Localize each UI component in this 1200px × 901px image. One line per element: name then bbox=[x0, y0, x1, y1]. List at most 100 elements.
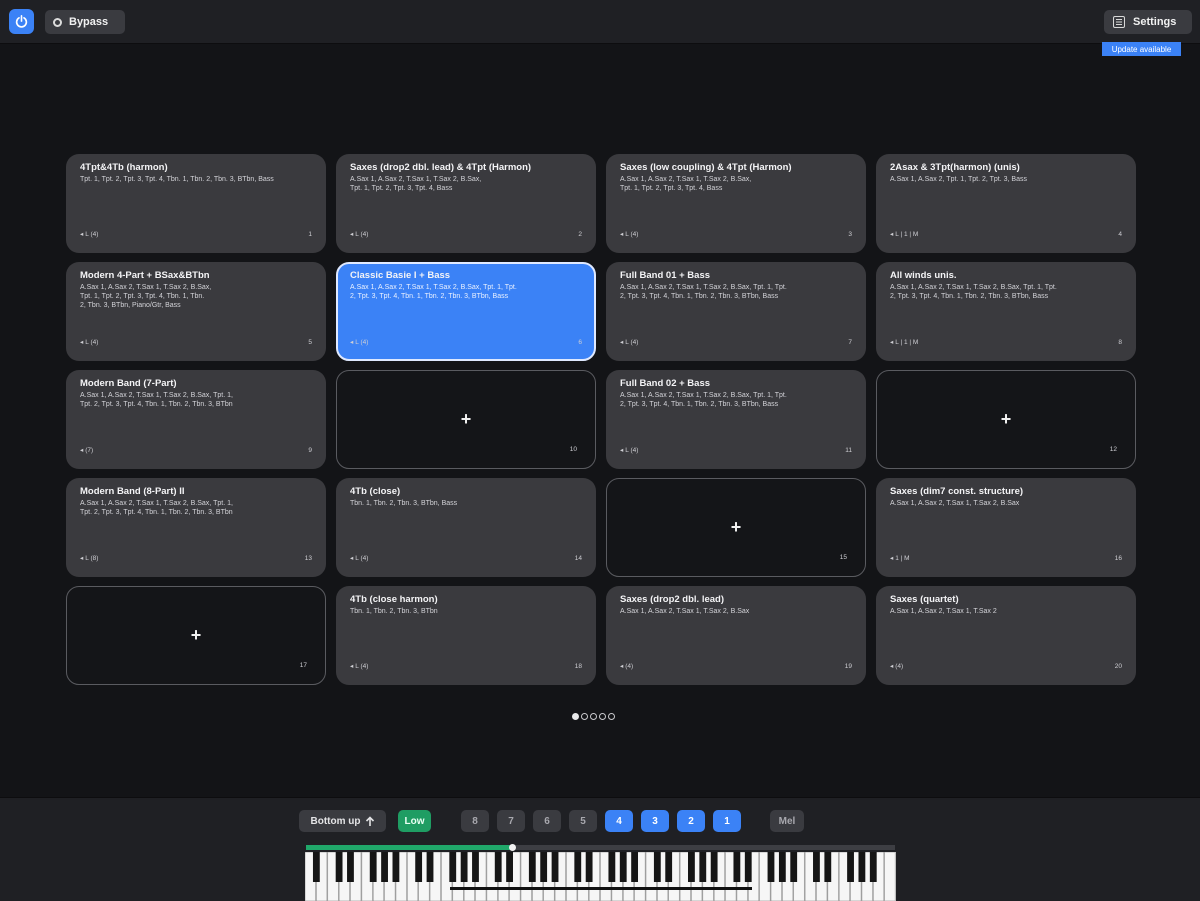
black-key[interactable] bbox=[665, 852, 673, 882]
page-dot[interactable] bbox=[572, 713, 579, 720]
black-key[interactable] bbox=[335, 852, 343, 882]
black-key[interactable] bbox=[449, 852, 457, 882]
preset-meta: ◂ (7) bbox=[80, 446, 93, 455]
melody-button[interactable]: Mel bbox=[770, 810, 804, 832]
piano-keys[interactable] bbox=[305, 852, 896, 901]
voice-button-6[interactable]: 6 bbox=[533, 810, 561, 832]
black-key[interactable] bbox=[858, 852, 866, 882]
black-key[interactable] bbox=[688, 852, 695, 882]
preset-card[interactable]: 4Tpt&4Tb (harmon) Tpt. 1, Tpt. 2, Tpt. 3,… bbox=[66, 154, 326, 253]
preset-card[interactable]: All winds unis. A.Sax 1, A.Sax 2, T.Sax 1… bbox=[876, 262, 1136, 361]
black-key[interactable] bbox=[790, 852, 798, 882]
black-key[interactable] bbox=[506, 852, 513, 882]
preset-title: Full Band 02 + Bass bbox=[620, 378, 711, 389]
settings-button[interactable]: Settings bbox=[1104, 10, 1192, 34]
black-key[interactable] bbox=[767, 852, 775, 882]
voice-button-7[interactable]: 7 bbox=[497, 810, 525, 832]
add-preset-icon: + bbox=[1000, 409, 1012, 429]
preset-card[interactable]: 2Asax & 3Tpt(harmon) (unis) A.Sax 1, A.Sa… bbox=[876, 154, 1136, 253]
white-key[interactable] bbox=[884, 852, 896, 901]
black-key[interactable] bbox=[619, 852, 627, 882]
preset-card[interactable]: 4Tb (close) Tbn. 1, Tbn. 2, Tbn. 3, BTbn,… bbox=[336, 478, 596, 577]
black-key[interactable] bbox=[494, 852, 502, 882]
black-key[interactable] bbox=[369, 852, 377, 882]
voice-button-8[interactable]: 8 bbox=[461, 810, 489, 832]
preset-card[interactable]: Modern 4-Part + BSax&BTbn A.Sax 1, A.Sax … bbox=[66, 262, 326, 361]
preset-title: 2Asax & 3Tpt(harmon) (unis) bbox=[890, 162, 1020, 173]
black-key[interactable] bbox=[551, 852, 559, 882]
black-key[interactable] bbox=[710, 852, 718, 882]
black-key[interactable] bbox=[869, 852, 877, 882]
preset-meta-text: L (4) bbox=[85, 230, 99, 238]
black-key[interactable] bbox=[824, 852, 832, 882]
preset-card[interactable]: Saxes (drop2 dbl. lead) A.Sax 1, A.Sax 2,… bbox=[606, 586, 866, 685]
power-button[interactable] bbox=[9, 9, 34, 34]
black-key[interactable] bbox=[540, 852, 548, 882]
preset-title: Modern Band (8-Part) II bbox=[80, 486, 185, 497]
preset-card[interactable]: 4Tb (close harmon) Tbn. 1, Tbn. 2, Tbn. 3… bbox=[336, 586, 596, 685]
preset-number: 15 bbox=[839, 554, 847, 561]
black-key[interactable] bbox=[778, 852, 786, 882]
black-key[interactable] bbox=[733, 852, 741, 882]
black-key[interactable] bbox=[426, 852, 434, 882]
preset-number: 9 bbox=[308, 447, 312, 454]
black-key[interactable] bbox=[631, 852, 639, 882]
bypass-button[interactable]: Bypass bbox=[45, 10, 125, 34]
black-key[interactable] bbox=[574, 852, 582, 882]
preset-meta: ◂ L (4) bbox=[350, 662, 368, 671]
preset-card[interactable]: Saxes (dim7 const. structure) A.Sax 1, A.… bbox=[876, 478, 1136, 577]
preset-slot-empty[interactable]: +15 bbox=[606, 478, 866, 577]
black-key[interactable] bbox=[813, 852, 820, 882]
black-key[interactable] bbox=[608, 852, 616, 882]
black-key[interactable] bbox=[744, 852, 752, 882]
power-icon bbox=[15, 15, 28, 28]
voice-button-1[interactable]: 1 bbox=[713, 810, 741, 832]
preset-slot-empty[interactable]: +10 bbox=[336, 370, 596, 469]
range-progress-bar[interactable] bbox=[306, 844, 895, 851]
page-dot[interactable] bbox=[608, 713, 615, 720]
preset-title: Saxes (dim7 const. structure) bbox=[890, 486, 1024, 497]
black-key[interactable] bbox=[415, 852, 423, 882]
add-preset-icon: + bbox=[460, 409, 472, 429]
preset-card[interactable]: Classic Basie I + Bass A.Sax 1, A.Sax 2, … bbox=[336, 262, 596, 361]
preset-card[interactable]: Full Band 02 + Bass A.Sax 1, A.Sax 2, T.S… bbox=[606, 370, 866, 469]
page-dot[interactable] bbox=[581, 713, 588, 720]
voice-button-5[interactable]: 5 bbox=[569, 810, 597, 832]
voicing-direction-button[interactable]: Bottom up bbox=[299, 810, 386, 832]
speaker-icon: ◂ bbox=[890, 339, 894, 346]
preset-slot-empty[interactable]: +12 bbox=[876, 370, 1136, 469]
preset-card[interactable]: Full Band 01 + Bass A.Sax 1, A.Sax 2, T.S… bbox=[606, 262, 866, 361]
preset-title: 4Tb (close harmon) bbox=[350, 594, 438, 605]
voice-button-2[interactable]: 2 bbox=[677, 810, 705, 832]
black-key[interactable] bbox=[472, 852, 479, 882]
preset-meta-text: L (4) bbox=[355, 230, 369, 238]
page-dot[interactable] bbox=[590, 713, 597, 720]
preset-card[interactable]: Modern Band (7-Part) A.Sax 1, A.Sax 2, T.… bbox=[66, 370, 326, 469]
page-indicator bbox=[572, 713, 615, 720]
black-key[interactable] bbox=[585, 852, 593, 882]
preset-card[interactable]: Modern Band (8-Part) II A.Sax 1, A.Sax 2,… bbox=[66, 478, 326, 577]
preset-card[interactable]: Saxes (drop2 dbl. lead) & 4Tpt (Harmon) A… bbox=[336, 154, 596, 253]
settings-icon bbox=[1113, 16, 1125, 28]
range-progress-handle[interactable] bbox=[509, 844, 516, 851]
black-key[interactable] bbox=[699, 852, 707, 882]
preset-number: 3 bbox=[848, 231, 852, 238]
preset-instruments: A.Sax 1, A.Sax 2, T.Sax 1, T.Sax 2, B.Sa… bbox=[80, 500, 233, 516]
update-available-badge[interactable]: Update available bbox=[1102, 42, 1181, 56]
black-key[interactable] bbox=[847, 852, 854, 882]
black-key[interactable] bbox=[653, 852, 661, 882]
black-key[interactable] bbox=[392, 852, 400, 882]
piano-keyboard[interactable] bbox=[305, 852, 896, 901]
range-low-button[interactable]: Low bbox=[398, 810, 431, 832]
black-key[interactable] bbox=[528, 852, 536, 882]
black-key[interactable] bbox=[381, 852, 388, 882]
preset-slot-empty[interactable]: +17 bbox=[66, 586, 326, 685]
page-dot[interactable] bbox=[599, 713, 606, 720]
voice-button-4[interactable]: 4 bbox=[605, 810, 633, 832]
preset-card[interactable]: Saxes (low coupling) & 4Tpt (Harmon) A.Sa… bbox=[606, 154, 866, 253]
black-key[interactable] bbox=[347, 852, 354, 882]
voice-button-3[interactable]: 3 bbox=[641, 810, 669, 832]
preset-card[interactable]: Saxes (quartet) A.Sax 1, A.Sax 2, T.Sax 1… bbox=[876, 586, 1136, 685]
black-key[interactable] bbox=[460, 852, 468, 882]
black-key[interactable] bbox=[312, 852, 320, 882]
